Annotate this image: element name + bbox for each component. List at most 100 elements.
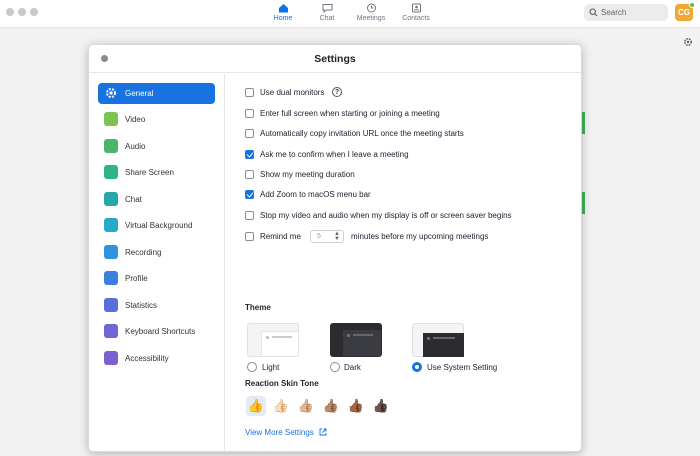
- theme-light-preview[interactable]: [247, 323, 299, 357]
- preview-dot: [347, 334, 350, 337]
- presence-status-dot: [689, 2, 695, 8]
- preview-window: [261, 331, 299, 357]
- keyboard-icon: [104, 324, 118, 338]
- preview-dot: [266, 336, 269, 339]
- stepper-arrows-icon[interactable]: ▲ ▼: [334, 231, 340, 242]
- video-icon: [104, 112, 118, 126]
- tab-contacts-label: Contacts: [402, 15, 430, 22]
- tab-home-label: Home: [273, 15, 293, 22]
- accessibility-icon: [104, 351, 118, 365]
- sidebar-item-share-screen[interactable]: Share Screen: [98, 162, 215, 183]
- theme-system-label: Use System Setting: [427, 363, 498, 372]
- theme-light-label: Light: [262, 363, 280, 372]
- tab-home[interactable]: Home: [258, 3, 308, 22]
- clock-icon: [366, 3, 376, 13]
- gear-icon: [106, 88, 116, 98]
- sidebar-item-label: Keyboard Shortcuts: [125, 327, 196, 336]
- tab-chat-label: Chat: [319, 15, 335, 22]
- sidebar-item-keyboard-shortcuts[interactable]: Keyboard Shortcuts: [98, 321, 215, 342]
- preview-window: [423, 333, 464, 357]
- help-icon[interactable]: ?: [332, 87, 342, 97]
- checkbox[interactable]: [245, 129, 254, 138]
- tab-contacts[interactable]: Contacts: [391, 3, 441, 22]
- sidebar-item-video[interactable]: Video: [98, 109, 215, 130]
- sidebar-item-accessibility[interactable]: Accessibility: [98, 348, 215, 369]
- checkbox[interactable]: [245, 150, 254, 159]
- skin-tone-medium[interactable]: 👍🏽: [321, 396, 341, 416]
- checkbox[interactable]: [245, 109, 254, 118]
- settings-window: Settings General Video Audio Share Scree…: [88, 44, 582, 452]
- view-more-settings-link[interactable]: View More Settings: [245, 428, 327, 437]
- contacts-icon: [411, 3, 421, 13]
- search-icon: [589, 8, 598, 17]
- option-label: Add Zoom to macOS menu bar: [260, 190, 371, 199]
- checkbox[interactable]: [245, 170, 254, 179]
- sidebar-item-label: Virtual Background: [125, 221, 193, 230]
- window-minimize-button[interactable]: [18, 8, 26, 16]
- search-placeholder: Search: [601, 8, 627, 17]
- sidebar-item-chat[interactable]: Chat: [98, 189, 215, 210]
- search-input[interactable]: Search: [584, 4, 668, 21]
- reminder-prefix: Remind me: [260, 232, 301, 241]
- sidebar-item-profile[interactable]: Profile: [98, 268, 215, 289]
- settings-titlebar: Settings: [89, 45, 581, 73]
- reminder-minutes-value: 5: [317, 233, 321, 240]
- option-label: Enter full screen when starting or joini…: [260, 109, 440, 118]
- sidebar-item-general[interactable]: General: [98, 83, 215, 104]
- chat-icon: [322, 4, 332, 13]
- skin-tone-light[interactable]: 👍🏻: [271, 396, 291, 416]
- share-screen-icon: [104, 165, 118, 179]
- theme-light-radio[interactable]: [247, 362, 257, 372]
- window-zoom-button[interactable]: [30, 8, 38, 16]
- reminder-minutes-stepper[interactable]: 5 ▲ ▼: [310, 230, 344, 243]
- sidebar-item-label: Recording: [125, 248, 162, 257]
- tab-chat[interactable]: Chat: [302, 3, 352, 22]
- theme-system-radio[interactable]: [412, 362, 422, 372]
- checkbox[interactable]: [245, 190, 254, 199]
- window-close-button[interactable]: [6, 8, 14, 16]
- statistics-icon: [104, 298, 118, 312]
- option-label: Use dual monitors: [260, 88, 325, 97]
- sidebar-item-label: Statistics: [125, 301, 158, 310]
- theme-dark-label: Dark: [344, 363, 361, 372]
- sidebar-item-label: Share Screen: [125, 168, 174, 177]
- preview-line: [353, 334, 373, 336]
- profile-icon: [104, 271, 118, 285]
- preview-dot: [427, 337, 430, 340]
- preview-window: [343, 330, 381, 356]
- record-icon: [104, 245, 118, 259]
- gear-icon[interactable]: [683, 37, 693, 47]
- skin-tone-title: Reaction Skin Tone: [245, 379, 319, 388]
- tab-meetings-label: Meetings: [356, 15, 386, 22]
- person-frame-icon: [104, 218, 118, 232]
- option-label: Stop my video and audio when my display …: [260, 211, 512, 220]
- theme-system-preview[interactable]: [412, 323, 464, 357]
- checkbox[interactable]: [245, 211, 254, 220]
- theme-title: Theme: [245, 303, 271, 312]
- checkbox[interactable]: [245, 232, 254, 241]
- sidebar-item-statistics[interactable]: Statistics: [98, 295, 215, 316]
- settings-sidebar: General Video Audio Share Screen Chat Vi…: [89, 74, 225, 451]
- sidebar-item-label: Audio: [125, 142, 146, 151]
- settings-general-panel: Use dual monitors ? Enter full screen wh…: [226, 74, 581, 451]
- sidebar-item-label: Video: [125, 115, 146, 124]
- app-toolbar: Home Chat Meetings Contacts Search CG: [0, 0, 700, 28]
- skin-tone-default[interactable]: 👍: [246, 396, 266, 416]
- skin-tone-medium-light[interactable]: 👍🏼: [296, 396, 316, 416]
- skin-tone-medium-dark[interactable]: 👍🏾: [346, 396, 366, 416]
- tab-meetings[interactable]: Meetings: [346, 3, 396, 22]
- background-window-edge: [582, 112, 585, 134]
- sidebar-item-virtual-background[interactable]: Virtual Background: [98, 215, 215, 236]
- skin-tone-dark[interactable]: 👍🏿: [371, 396, 391, 416]
- reminder-suffix: minutes before my upcoming meetings: [351, 232, 489, 241]
- theme-dark-preview[interactable]: [330, 323, 382, 357]
- sidebar-item-label: Chat: [125, 195, 142, 204]
- sidebar-item-label: Profile: [125, 274, 148, 283]
- sidebar-item-recording[interactable]: Recording: [98, 242, 215, 263]
- sidebar-item-label: Accessibility: [125, 354, 169, 363]
- theme-dark-radio[interactable]: [330, 362, 340, 372]
- view-more-label: View More Settings: [245, 428, 314, 437]
- checkbox[interactable]: [245, 88, 254, 97]
- background-window-edge: [582, 192, 585, 214]
- sidebar-item-audio[interactable]: Audio: [98, 136, 215, 157]
